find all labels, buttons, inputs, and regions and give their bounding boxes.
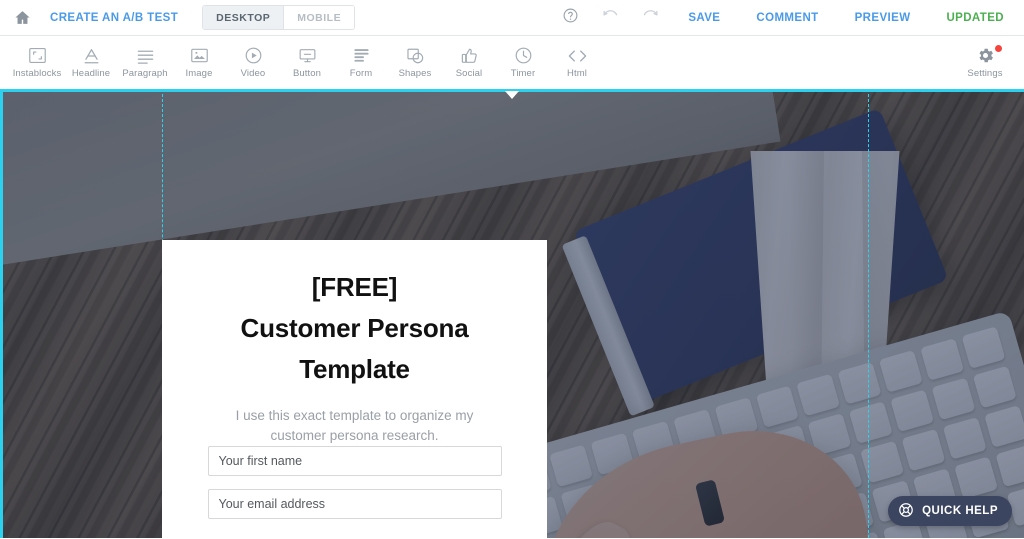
undo-button[interactable] [590, 0, 630, 36]
tool-label: Settings [967, 68, 1003, 79]
tool-label: Video [240, 68, 266, 79]
page-canvas[interactable]: [FREE] Customer Persona Template I use t… [0, 89, 1024, 538]
form-icon [352, 46, 371, 65]
first-name-input[interactable] [218, 454, 501, 468]
tool-video[interactable]: Video [226, 36, 280, 89]
redo-arrow-icon [641, 6, 660, 30]
headline-line-3: Template [299, 354, 410, 384]
tool-image[interactable]: Image [172, 36, 226, 89]
thumbs-up-icon [460, 46, 479, 65]
comment-button[interactable]: COMMENT [738, 0, 836, 36]
tool-instablocks[interactable]: Instablocks [10, 36, 64, 89]
tool-label: Paragraph [122, 68, 168, 79]
clock-icon [514, 46, 533, 65]
paragraph-icon [136, 46, 155, 65]
subheadline: I use this exact template to organize my… [235, 408, 474, 443]
device-tab-desktop[interactable]: DESKTOP [203, 6, 285, 29]
device-toggle: DESKTOP MOBILE [202, 5, 356, 30]
tool-label: Shapes [398, 68, 432, 79]
instablocks-icon [28, 46, 47, 65]
home-button[interactable] [0, 0, 44, 36]
shapes-icon [406, 46, 425, 65]
element-toolbar: Instablocks Headline Paragraph Image Vid… [0, 36, 1024, 89]
headline-line-1: [FREE] [311, 272, 398, 302]
help-button[interactable] [550, 0, 590, 36]
tool-label: Headline [71, 68, 111, 79]
top-bar: CREATE AN A/B TEST DESKTOP MOBILE SAVE C… [0, 0, 1024, 36]
save-button[interactable]: SAVE [670, 0, 738, 36]
lead-capture-card[interactable]: [FREE] Customer Persona Template I use t… [162, 240, 547, 538]
right-alignment-guide [868, 89, 869, 538]
tool-shapes[interactable]: Shapes [388, 36, 442, 89]
tool-social[interactable]: Social [442, 36, 496, 89]
preview-button[interactable]: PREVIEW [837, 0, 929, 36]
redo-button[interactable] [630, 0, 670, 36]
settings-notification-badge [995, 45, 1002, 52]
tool-paragraph[interactable]: Paragraph [118, 36, 172, 89]
gear-icon [976, 46, 995, 65]
undo-arrow-icon [601, 6, 620, 30]
image-icon [190, 46, 209, 65]
email-field[interactable] [207, 489, 502, 519]
tool-label: Html [567, 68, 587, 79]
save-status-label: UPDATED [946, 11, 1004, 24]
first-name-field[interactable] [207, 446, 502, 476]
tool-form[interactable]: Form [334, 36, 388, 89]
top-bar-actions: SAVE COMMENT PREVIEW UPDATED [550, 0, 1024, 36]
tool-label: Button [292, 68, 322, 79]
code-brackets-icon [567, 46, 588, 65]
device-tab-mobile[interactable]: MOBILE [284, 6, 355, 29]
email-input[interactable] [218, 497, 501, 511]
tool-timer[interactable]: Timer [496, 36, 550, 89]
headline-icon [82, 46, 101, 65]
tool-label: Image [185, 68, 213, 79]
tool-headline[interactable]: Headline [64, 36, 118, 89]
tool-label: Timer [510, 68, 536, 79]
canvas-left-highlight [0, 89, 3, 538]
tool-label: Instablocks [12, 68, 62, 79]
create-ab-test-link[interactable]: CREATE AN A/B TEST [50, 12, 178, 24]
question-circle-icon [562, 7, 579, 29]
button-icon [298, 46, 317, 65]
tool-label: Social [455, 68, 483, 79]
tool-html[interactable]: Html [550, 36, 604, 89]
headline-line-2: Customer Persona [240, 313, 469, 343]
drop-position-marker [505, 91, 519, 99]
tool-button[interactable]: Button [280, 36, 334, 89]
quick-help-button[interactable]: QUICK HELP [888, 496, 1012, 526]
video-play-icon [244, 46, 263, 65]
quick-help-label: QUICK HELP [922, 505, 998, 517]
lifebuoy-icon [898, 502, 914, 521]
tool-settings[interactable]: Settings [958, 36, 1012, 89]
tool-label: Form [349, 68, 373, 79]
home-icon [14, 9, 31, 26]
